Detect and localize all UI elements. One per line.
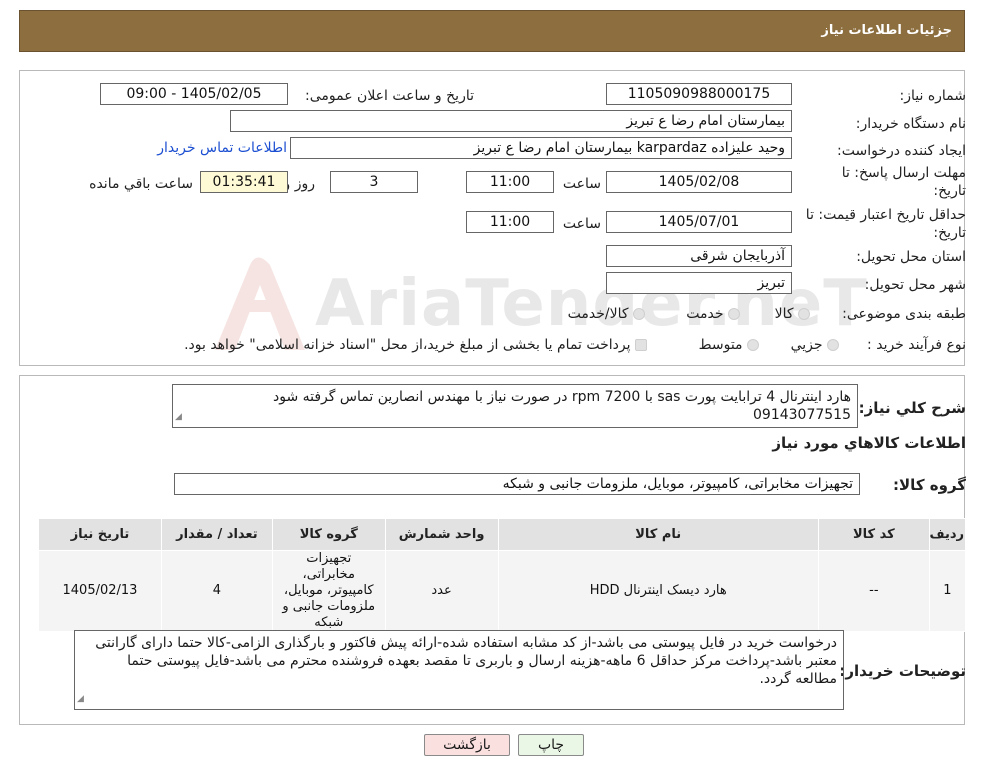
validity-time-label: ساعت (562, 216, 601, 232)
validity-time-field: 11:00 (466, 211, 554, 233)
process-option-medium-label: متوسط (698, 337, 743, 353)
table-row: 1 -- هارد دیسک اینترنال HDD عدد تجهیزات … (38, 550, 967, 632)
buyer-notes-textarea[interactable]: درخواست خرید در فایل پیوستی می باشد-از ک… (74, 630, 844, 710)
remaining-time-label: ساعت باقي مانده (89, 176, 193, 192)
description-text: هارد اینترنال 4 ترابایت پورت sas با rpm … (272, 389, 851, 423)
reply-deadline-label: مهلت ارسال پاسخ: تا تاریخ: (841, 165, 966, 199)
col-need-date: تاريخ نياز (38, 518, 162, 551)
col-quantity: تعداد / مقدار (160, 518, 273, 551)
cell-group: تجهیزات مخابراتی، کامپیوتر، موبایل، ملزو… (271, 550, 386, 632)
description-textarea[interactable]: هارد اینترنال 4 ترابایت پورت sas با rpm … (172, 384, 858, 428)
col-item-code: کد کالا (817, 518, 930, 551)
col-group: گروه کالا (271, 518, 386, 551)
process-option-medium[interactable]: متوسط (699, 336, 759, 354)
days-and-label: روز و (283, 176, 316, 192)
goods-group-label: گروه کالا: (893, 476, 966, 494)
checkbox-icon[interactable] (635, 339, 647, 351)
category-option-goods-label: کالا (774, 306, 794, 322)
city-label: شهر محل تحویل: (864, 277, 966, 293)
category-option-service-label: خدمت (686, 306, 724, 322)
process-note-text: پرداخت تمام یا بخشی از مبلغ خرید،از محل … (184, 337, 631, 353)
resize-handle-icon[interactable]: ◢ (77, 690, 84, 708)
print-button[interactable]: چاپ (518, 734, 584, 756)
radio-icon[interactable] (798, 308, 810, 320)
cell-need-date: 1405/02/13 (38, 550, 162, 632)
radio-icon[interactable] (728, 308, 740, 320)
goods-section-title: اطلاعات کالاهاي مورد نياز (772, 434, 966, 452)
buyer-notes-text: درخواست خرید در فایل پیوستی می باشد-از ک… (95, 635, 837, 687)
need-number-field: 1105090988000175 (606, 83, 792, 105)
goods-group-field: تجهیزات مخابراتی، کامپیوتر، موبایل، ملزو… (174, 473, 860, 495)
page-title: جزئیات اطلاعات نیاز (821, 23, 952, 38)
city-field: تبریز (606, 272, 792, 294)
process-option-small[interactable]: جزیي (791, 336, 839, 354)
validity-label: حداقل تاریخ اعتبار قیمت: تا تاریخ: (805, 207, 966, 241)
category-option-goods-service[interactable]: کالا/خدمت (568, 305, 645, 323)
table-header-row: رديف کد کالا نام کالا واحد شمارش گروه کا… (38, 518, 967, 551)
need-number-label: شماره نیاز: (899, 88, 967, 104)
category-option-service[interactable]: خدمت (686, 305, 740, 323)
reply-time-label: ساعت (562, 176, 601, 192)
cell-item-code: -- (817, 550, 930, 632)
cell-quantity: 4 (160, 550, 273, 632)
page-header: جزئیات اطلاعات نیاز (19, 10, 965, 52)
process-note: پرداخت تمام یا بخشی از مبلغ خرید،از محل … (184, 336, 647, 354)
col-unit: واحد شمارش (384, 518, 499, 551)
province-field: آذربایجان شرقی (606, 245, 792, 267)
cell-row-number: 1 (928, 550, 967, 632)
announce-label: تاریخ و ساعت اعلان عمومی: (305, 88, 474, 104)
category-label: طبقه بندی موضوعی: (842, 306, 966, 322)
buyer-notes-label: توضیحات خریدار: (839, 662, 966, 680)
back-button[interactable]: بازگشت (424, 734, 510, 756)
announce-field: 1405/02/05 - 09:00 (100, 83, 288, 105)
radio-icon[interactable] (827, 339, 839, 351)
reply-date-field: 1405/02/08 (606, 171, 792, 193)
radio-icon[interactable] (747, 339, 759, 351)
creator-label: ایجاد کننده درخواست: (837, 143, 966, 159)
buyer-org-label: نام دستگاه خریدار: (855, 116, 966, 132)
process-option-small-label: جزیي (790, 337, 823, 353)
days-field: 3 (330, 171, 418, 193)
resize-handle-icon[interactable]: ◢ (175, 408, 182, 426)
cell-unit: عدد (384, 550, 499, 632)
category-option-goods[interactable]: کالا (775, 305, 810, 323)
buyer-contact-link[interactable]: اطلاعات تماس خریدار (157, 140, 287, 156)
category-option-goods-service-label: کالا/خدمت (567, 306, 629, 322)
description-label: شرح کلي نياز: (858, 399, 966, 417)
process-label: نوع فرآیند خرید : (867, 337, 966, 353)
goods-table: رديف کد کالا نام کالا واحد شمارش گروه کا… (38, 518, 967, 632)
province-label: استان محل تحویل: (856, 249, 966, 265)
reply-time-field: 11:00 (466, 171, 554, 193)
col-item-name: نام کالا (497, 518, 819, 551)
creator-field: وحید علیزاده karpardaz بیمارستان امام رض… (290, 137, 792, 159)
radio-icon[interactable] (633, 308, 645, 320)
remaining-time-field: 01:35:41 (200, 171, 288, 193)
cell-item-name: هارد دیسک اینترنال HDD (497, 550, 819, 632)
col-row-number: رديف (928, 518, 967, 551)
buyer-org-field: بیمارستان امام رضا ع تبریز (230, 110, 792, 132)
validity-date-field: 1405/07/01 (606, 211, 792, 233)
